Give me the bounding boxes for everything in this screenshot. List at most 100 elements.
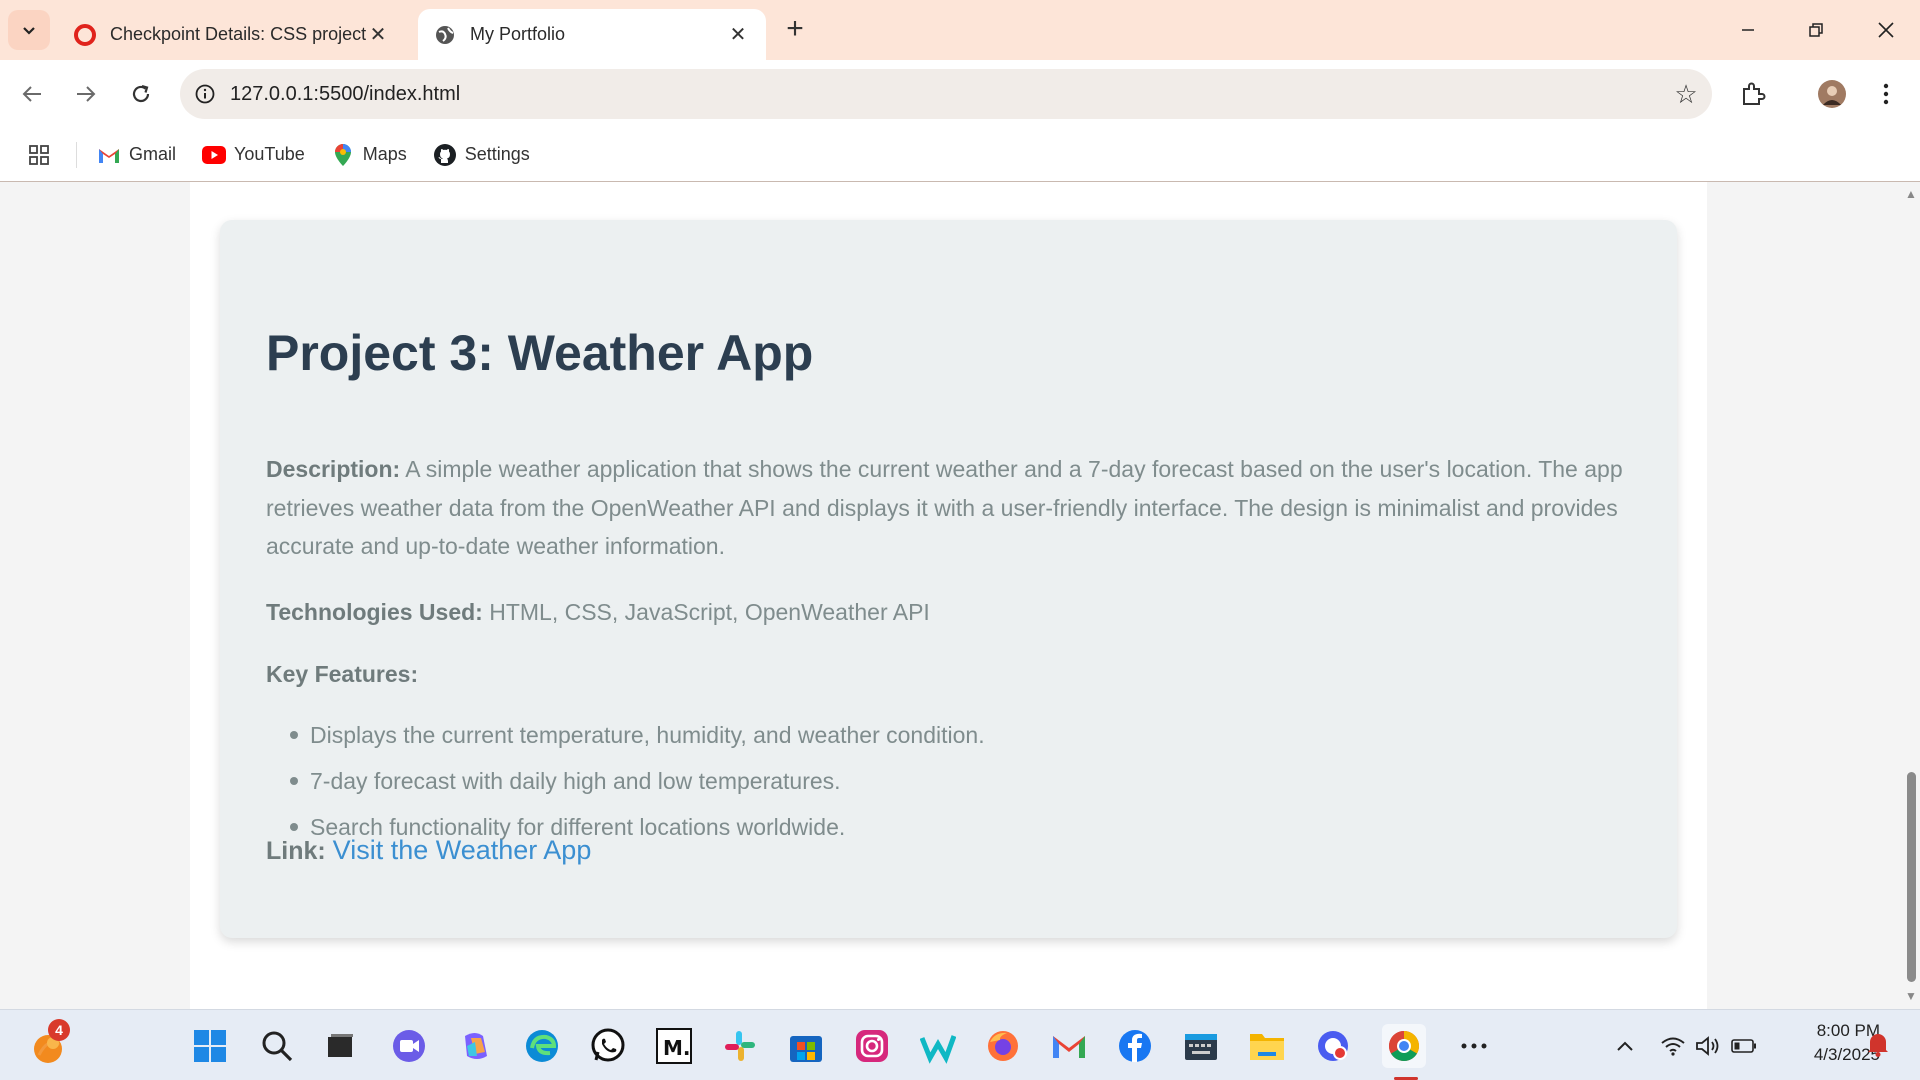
instagram-icon xyxy=(856,1030,888,1062)
clock-date: 4/3/2025 xyxy=(1813,1045,1880,1064)
chevron-up-icon xyxy=(1617,1041,1633,1051)
technologies-text: HTML, CSS, JavaScript, OpenWeather API xyxy=(482,599,930,625)
whatsapp-icon xyxy=(591,1028,625,1062)
bookmark-star-icon[interactable]: ☆ xyxy=(1660,69,1712,119)
taskbar-app-instagram[interactable] xyxy=(850,1024,894,1068)
browser-menu-button[interactable] xyxy=(1866,74,1906,114)
avatar-icon xyxy=(1818,80,1846,108)
forward-button[interactable] xyxy=(66,74,106,114)
taskbar-app-recorder[interactable] xyxy=(1311,1024,1355,1068)
folder-icon xyxy=(1250,1034,1284,1060)
tab-title: My Portfolio xyxy=(470,24,566,44)
close-window-button[interactable] xyxy=(1866,12,1906,48)
chrome-icon xyxy=(1388,1031,1420,1062)
notification-badge: 4 xyxy=(48,1019,70,1041)
taskbar-app-file-explorer[interactable] xyxy=(1245,1024,1289,1068)
task-view-button[interactable] xyxy=(318,1024,362,1068)
opera-icon xyxy=(74,23,96,46)
facebook-icon xyxy=(1119,1030,1151,1062)
taskbar-app-facebook[interactable] xyxy=(1113,1024,1157,1068)
taskbar-overflow-button[interactable] xyxy=(1452,1024,1496,1068)
technologies-label: Technologies Used: xyxy=(266,599,483,625)
bookmark-gmail[interactable]: Gmail xyxy=(97,143,176,167)
projects-section: Project 3: Weather App Description: A si… xyxy=(190,182,1707,1009)
tab-search-button[interactable] xyxy=(8,10,50,50)
gmail-icon xyxy=(1053,1036,1085,1058)
weather-app-link[interactable]: Visit the Weather App xyxy=(333,835,592,865)
arrow-left-icon xyxy=(22,86,41,102)
taskbar-app-webstorm[interactable] xyxy=(916,1024,960,1068)
description-text: A simple weather application that shows … xyxy=(266,456,1623,559)
taskbar-app-gmail[interactable] xyxy=(1047,1024,1091,1068)
slack-icon xyxy=(725,1031,755,1061)
bookmarks-divider xyxy=(76,141,77,168)
minimize-icon xyxy=(1742,29,1754,31)
page-scrollbar[interactable]: ▲ ▼ xyxy=(1902,182,1920,1009)
taskbar-app-edge[interactable] xyxy=(520,1024,564,1068)
video-chat-icon xyxy=(393,1030,425,1062)
project-card: Project 3: Weather App Description: A si… xyxy=(220,220,1677,938)
key-features-label: Key Features: xyxy=(266,661,419,687)
speaker-icon xyxy=(1696,1036,1719,1056)
url-text[interactable]: 127.0.0.1:5500/index.html xyxy=(230,83,1660,106)
close-icon[interactable]: ✕ xyxy=(366,23,390,47)
bookmark-youtube[interactable]: YouTube xyxy=(202,143,305,167)
system-clock[interactable]: 8:00 PM 4/3/2025 xyxy=(1770,1019,1880,1067)
address-bar[interactable]: 127.0.0.1:5500/index.html ☆ xyxy=(180,69,1712,119)
gmail-icon xyxy=(97,143,121,167)
reload-button[interactable] xyxy=(121,74,161,114)
taskbar-app-chrome[interactable] xyxy=(1382,1024,1426,1068)
start-button[interactable] xyxy=(188,1024,232,1068)
windows-icon xyxy=(194,1030,226,1062)
search-button[interactable] xyxy=(255,1024,299,1068)
store-icon xyxy=(790,1036,822,1062)
medium-icon: M. xyxy=(656,1028,692,1064)
webstorm-icon xyxy=(920,1035,956,1064)
minimize-button[interactable] xyxy=(1728,12,1768,48)
bookmark-label: Gmail xyxy=(129,144,177,164)
list-item: 7-day forecast with daily high and low t… xyxy=(290,758,1510,804)
back-button[interactable] xyxy=(12,74,52,114)
new-tab-button[interactable]: + xyxy=(780,12,810,45)
restore-button[interactable] xyxy=(1796,12,1836,48)
taskbar-app-medium[interactable]: M. xyxy=(652,1024,696,1068)
notification-bell-icon[interactable] xyxy=(1866,1031,1890,1057)
firefox-icon xyxy=(988,1031,1018,1061)
taskbar-app-whatsapp[interactable] xyxy=(586,1024,630,1068)
puzzle-icon xyxy=(1743,82,1766,105)
taskbar-app-meet[interactable] xyxy=(387,1024,431,1068)
show-hidden-icons-button[interactable] xyxy=(1603,1024,1647,1068)
battery-status[interactable] xyxy=(1722,1024,1766,1068)
taskbar-app-keyboard[interactable] xyxy=(1179,1024,1223,1068)
bookmark-settings[interactable]: Settings xyxy=(433,143,530,167)
windows-taskbar: M. xyxy=(0,1009,1920,1080)
project-link-row: Link: Visit the Weather App xyxy=(266,835,591,866)
bookmark-label: Settings xyxy=(464,144,530,164)
key-features-heading: Key Features: xyxy=(266,655,1636,694)
tab-title: Checkpoint Details: CSS project xyxy=(110,24,366,44)
taskbar-app-firefox[interactable] xyxy=(981,1024,1025,1068)
scroll-up-icon[interactable]: ▲ xyxy=(1905,188,1917,200)
bookmark-label: YouTube xyxy=(234,144,305,164)
extensions-button[interactable] xyxy=(1733,74,1773,114)
bookmark-maps[interactable]: Maps xyxy=(331,143,407,167)
tab-my-portfolio[interactable]: My Portfolio ✕ xyxy=(418,9,766,60)
copilot-icon xyxy=(465,1033,487,1059)
more-horizontal-icon xyxy=(1461,1043,1487,1049)
close-icon[interactable]: ✕ xyxy=(726,23,750,47)
features-list: Displays the current temperature, humidi… xyxy=(290,712,1510,850)
profile-avatar[interactable] xyxy=(1812,74,1852,114)
tab-checkpoint-details[interactable]: Checkpoint Details: CSS project ✕ xyxy=(58,9,406,60)
taskbar-app-copilot[interactable] xyxy=(453,1024,497,1068)
site-info-icon[interactable] xyxy=(180,69,230,119)
reload-icon xyxy=(132,84,150,103)
bullet-icon xyxy=(290,823,298,831)
scroll-down-icon[interactable]: ▼ xyxy=(1905,990,1917,1002)
battery-icon xyxy=(1731,1039,1756,1053)
tab-strip: Checkpoint Details: CSS project ✕ My Por… xyxy=(0,0,1920,60)
arrow-right-icon xyxy=(77,86,96,102)
apps-grid-icon[interactable] xyxy=(26,142,52,168)
taskbar-app-slack[interactable] xyxy=(718,1024,762,1068)
scroll-thumb[interactable] xyxy=(1907,772,1916,982)
taskbar-app-store[interactable] xyxy=(784,1024,828,1068)
